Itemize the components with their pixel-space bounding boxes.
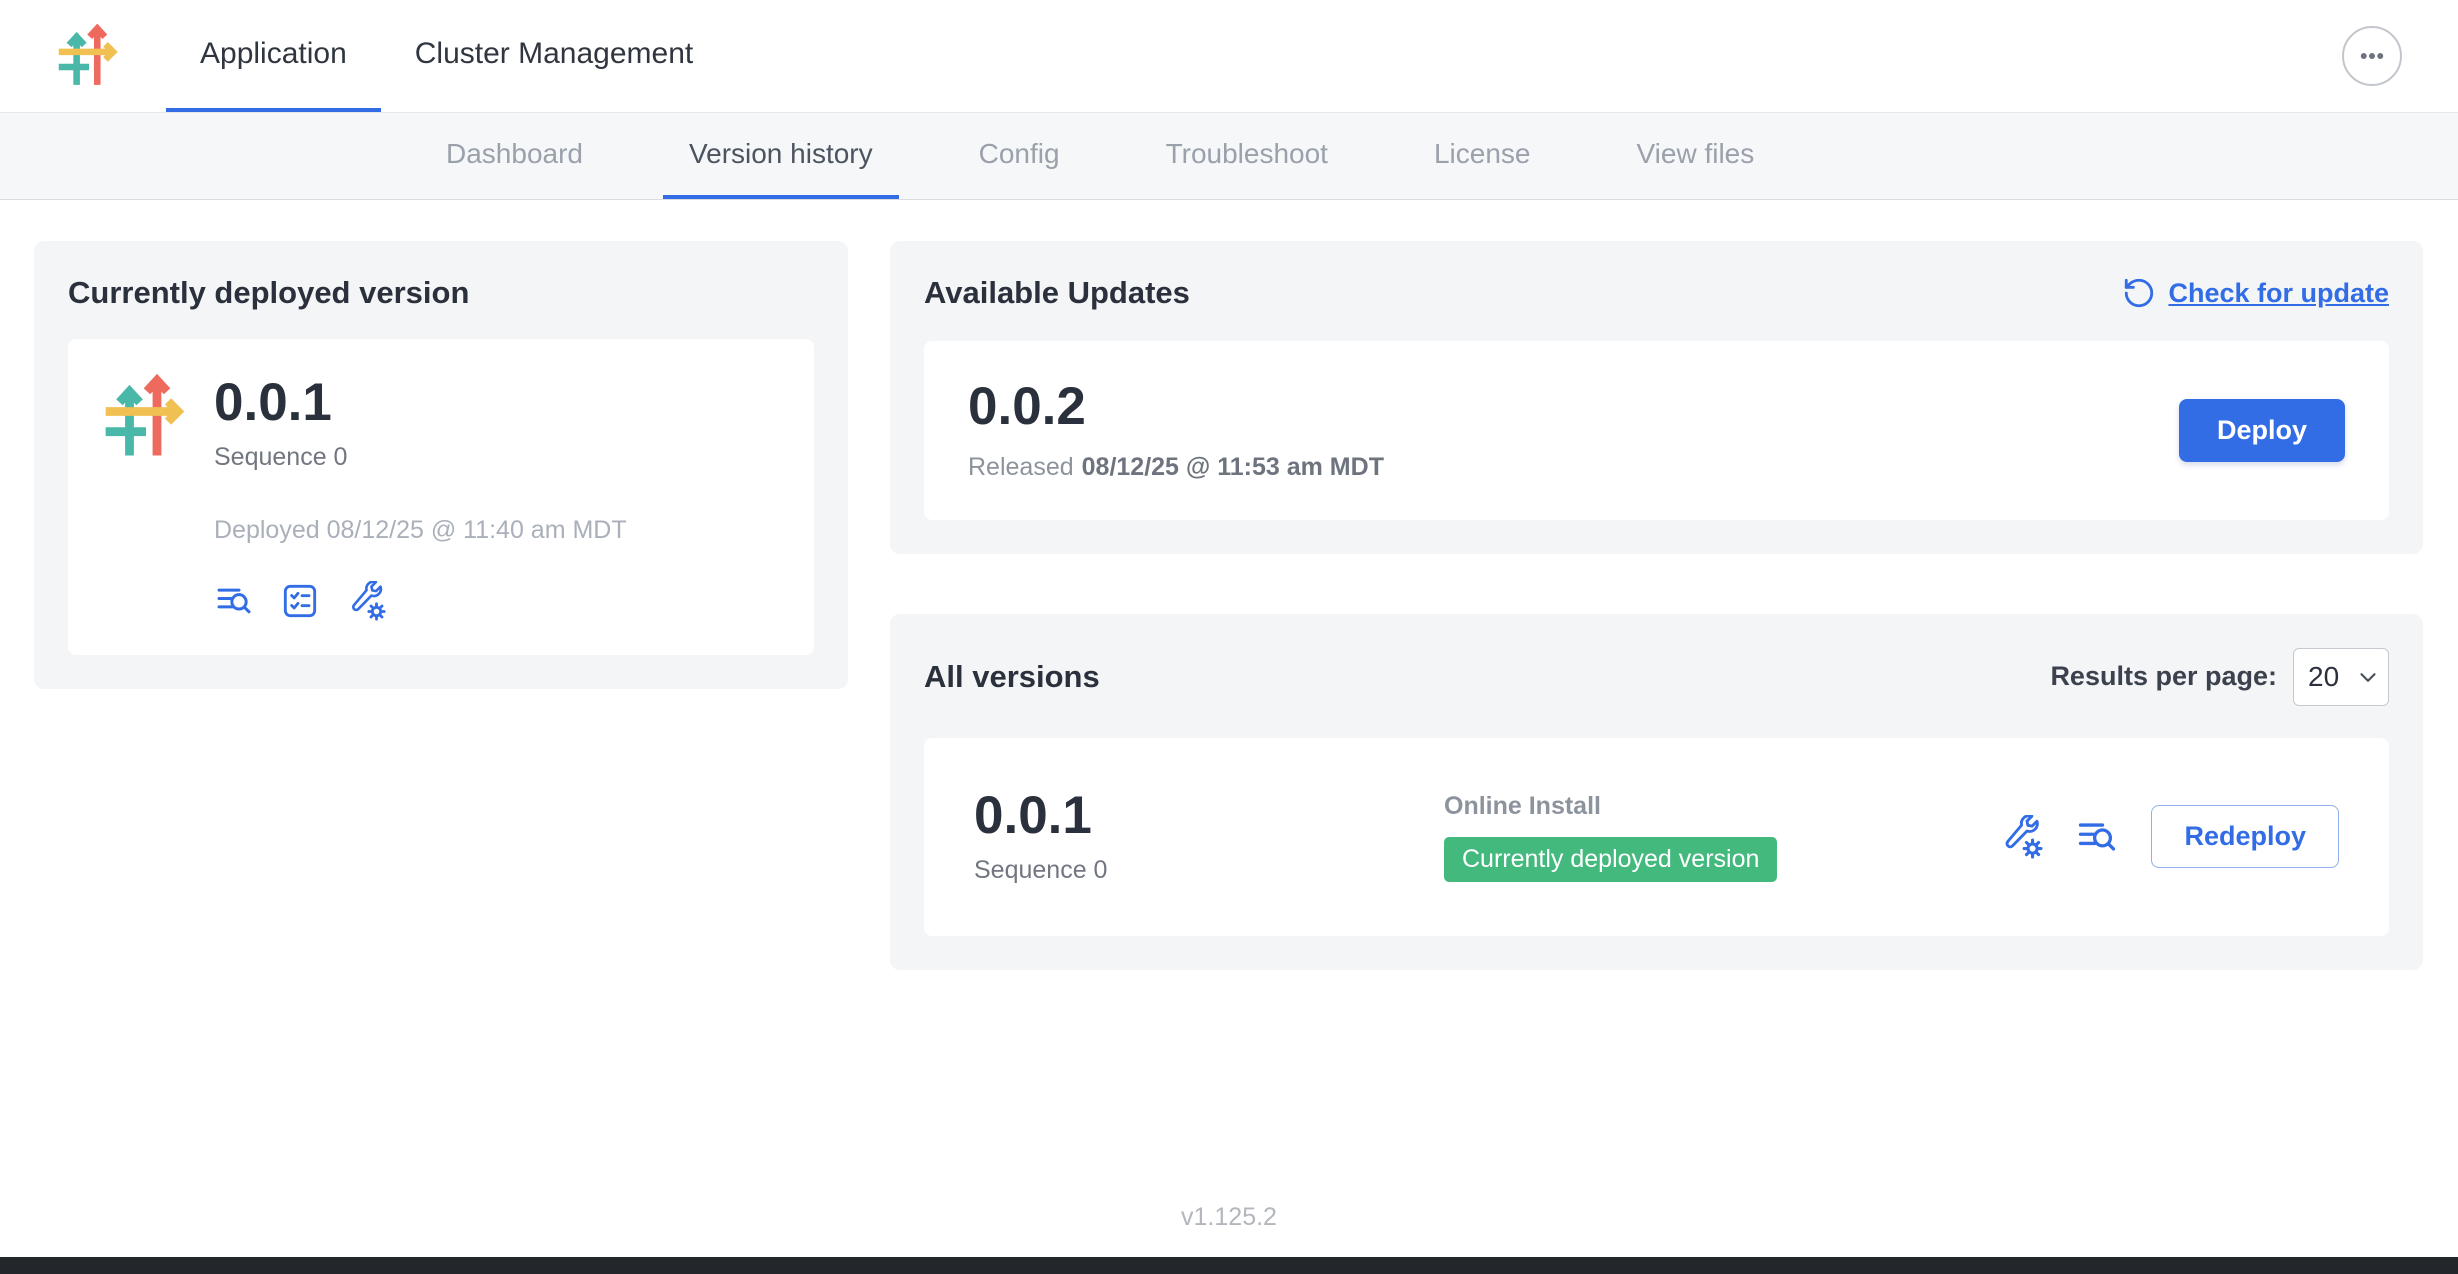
topnav-right — [2342, 0, 2402, 112]
version-row-status: Online Install Currently deployed versio… — [1444, 792, 1999, 882]
right-column: Available Updates Check for update 0.0.2… — [890, 241, 2423, 970]
app-logo-icon — [56, 23, 122, 89]
subnav-item-view-files[interactable]: View files — [1610, 113, 1780, 199]
version-row-details: 0.0.1 Sequence 0 — [974, 788, 1444, 885]
tab-application[interactable]: Application — [166, 0, 381, 112]
install-type-label: Online Install — [1444, 792, 1999, 821]
edit-config-button[interactable] — [346, 581, 386, 621]
wrench-gear-icon — [346, 581, 386, 621]
update-row: 0.0.2 Released 08/12/25 @ 11:53 am MDT De… — [924, 341, 2389, 520]
currently-deployed-badge: Currently deployed version — [1444, 837, 1777, 882]
deployed-card-title: Currently deployed version — [68, 275, 814, 311]
preflight-checks-button[interactable] — [280, 581, 320, 621]
release-notes-button[interactable] — [214, 581, 254, 621]
results-per-page-select[interactable]: 20 — [2293, 648, 2389, 706]
update-details: 0.0.2 Released 08/12/25 @ 11:53 am MDT — [968, 379, 1384, 482]
refresh-icon — [2122, 276, 2156, 310]
subnav-item-version-history[interactable]: Version history — [663, 113, 899, 199]
topnav-tabs: Application Cluster Management — [166, 0, 727, 112]
release-notes-icon — [2075, 815, 2119, 859]
released-date: 08/12/25 @ 11:53 am MDT — [1082, 453, 1384, 481]
main-content: Currently deployed version 0.0.1 Sequenc… — [0, 200, 2458, 970]
subnav-item-dashboard[interactable]: Dashboard — [420, 113, 609, 199]
row-sequence-label: Sequence 0 — [974, 856, 1444, 885]
deployed-version-panel: 0.0.1 Sequence 0 Deployed 08/12/25 @ 11:… — [68, 339, 814, 655]
all-versions-card: All versions Results per page: 20 0 — [890, 614, 2423, 970]
more-options-button[interactable] — [2342, 26, 2402, 86]
deploy-button[interactable]: Deploy — [2179, 399, 2345, 462]
available-updates-title: Available Updates — [924, 275, 1190, 311]
available-updates-card: Available Updates Check for update 0.0.2… — [890, 241, 2423, 554]
results-per-page: Results per page: 20 — [2050, 648, 2389, 706]
released-label: Released — [968, 453, 1074, 481]
version-row-actions: Redeploy — [1999, 805, 2339, 868]
results-per-page-label: Results per page: — [2050, 661, 2277, 692]
app-logo — [56, 0, 122, 112]
currently-deployed-card: Currently deployed version 0.0.1 Sequenc… — [34, 241, 848, 689]
subnav-item-license[interactable]: License — [1408, 113, 1557, 199]
wrench-gear-icon — [1999, 815, 2043, 859]
row-edit-config-button[interactable] — [1999, 815, 2043, 859]
app-subnav: Dashboard Version history Config Trouble… — [0, 113, 2458, 200]
version-row: 0.0.1 Sequence 0 Online Install Currentl… — [924, 738, 2389, 936]
row-version-number: 0.0.1 — [974, 788, 1444, 844]
check-for-update-link[interactable]: Check for update — [2122, 276, 2389, 310]
all-versions-header: All versions Results per page: 20 — [924, 648, 2389, 706]
results-per-page-select-wrap: 20 — [2293, 648, 2389, 706]
console-version-label: v1.125.2 — [0, 1203, 2458, 1232]
deployed-version-number: 0.0.1 — [214, 375, 627, 431]
row-release-notes-button[interactable] — [2075, 815, 2119, 859]
subnav-item-troubleshoot[interactable]: Troubleshoot — [1140, 113, 1354, 199]
all-versions-title: All versions — [924, 659, 1100, 695]
deployed-timestamp: Deployed 08/12/25 @ 11:40 am MDT — [214, 516, 627, 545]
deployed-sequence-label: Sequence 0 — [214, 443, 627, 472]
checklist-icon — [280, 581, 320, 621]
available-updates-header: Available Updates Check for update — [924, 275, 2389, 311]
bottom-edge-bar — [0, 1257, 2458, 1274]
subnav-item-config[interactable]: Config — [953, 113, 1086, 199]
redeploy-button[interactable]: Redeploy — [2151, 805, 2339, 868]
released-timestamp: Released 08/12/25 @ 11:53 am MDT — [968, 453, 1384, 482]
release-notes-icon — [214, 581, 254, 621]
application-icon — [102, 373, 190, 461]
check-for-update-label: Check for update — [2168, 278, 2389, 309]
deployed-actions — [214, 581, 627, 621]
deployed-version-details: 0.0.1 Sequence 0 Deployed 08/12/25 @ 11:… — [214, 373, 627, 621]
top-navbar: Application Cluster Management — [0, 0, 2458, 113]
tab-cluster-management[interactable]: Cluster Management — [381, 0, 727, 112]
ellipsis-icon — [2354, 38, 2390, 74]
update-version-number: 0.0.2 — [968, 379, 1384, 435]
